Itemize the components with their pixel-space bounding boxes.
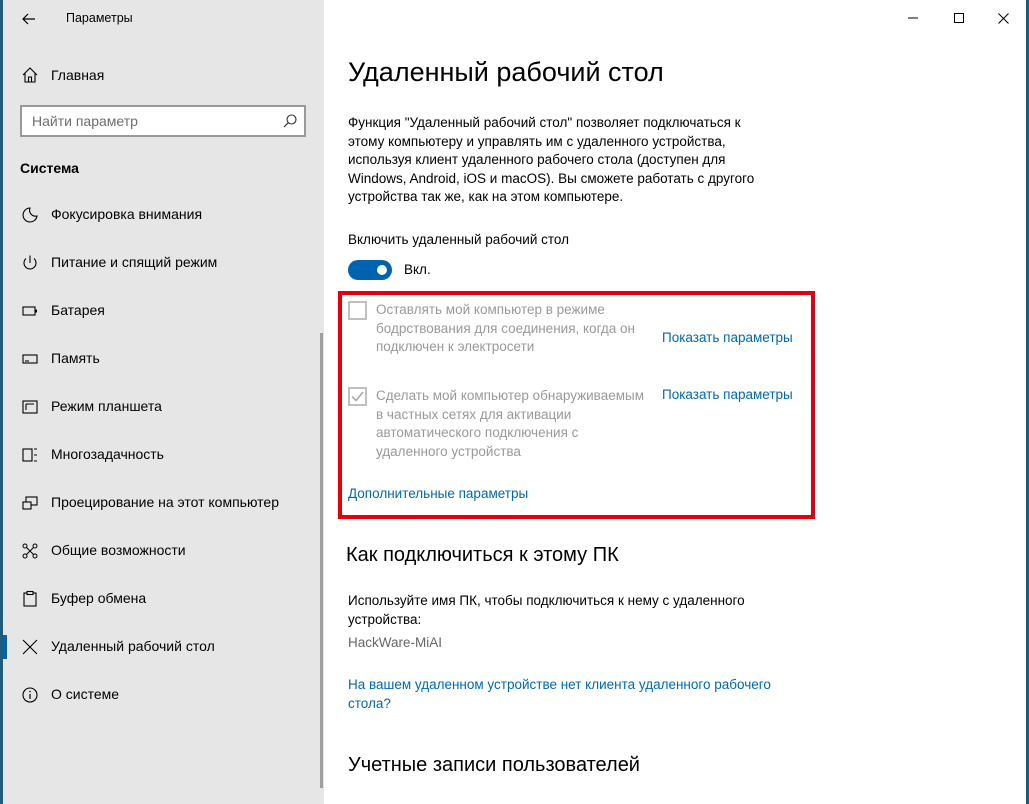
settings-window: Параметры Главная Найти параметр Система… <box>0 0 1029 804</box>
sidebar-item-label: Питание и спящий режим <box>51 254 218 270</box>
remote-desktop-toggle[interactable] <box>348 260 392 280</box>
clipboard-icon <box>21 590 39 608</box>
show-settings-link-1[interactable]: Показать параметры <box>662 330 793 345</box>
sidebar: Параметры Главная Найти параметр Система… <box>3 0 324 804</box>
show-settings-link-2[interactable]: Показать параметры <box>662 387 793 402</box>
power-icon <box>21 254 39 272</box>
keep-awake-checkbox[interactable] <box>348 301 367 320</box>
sidebar-item-label: Память <box>51 350 100 366</box>
sidebar-item-clipboard[interactable]: Буфер обмена <box>3 575 324 623</box>
sidebar-item-focus-assist[interactable]: Фокусировка внимания <box>3 191 324 239</box>
home-label: Главная <box>51 67 105 83</box>
sidebar-scrollbar[interactable] <box>320 333 323 788</box>
maximize-button[interactable] <box>936 0 982 36</box>
section-title-system: Система <box>20 160 79 176</box>
page-title: Удаленный рабочий стол <box>348 57 664 87</box>
remote-desktop-toggle-label: Включить удаленный рабочий стол <box>348 232 569 247</box>
sidebar-item-battery[interactable]: Батарея <box>3 287 324 335</box>
discoverable-checkbox[interactable] <box>348 387 367 406</box>
moon-icon <box>21 206 39 224</box>
back-button[interactable] <box>15 6 43 32</box>
no-client-link[interactable]: На вашем удаленном устройстве нет клиент… <box>348 676 808 713</box>
user-accounts-heading: Учетные записи пользователей <box>348 754 640 776</box>
toggle-state-text: Вкл. <box>404 262 431 277</box>
pc-name: HackWare-MiAI <box>348 635 443 650</box>
sidebar-item-label: Удаленный рабочий стол <box>51 638 215 654</box>
keep-awake-option-text: Оставлять мой компьютер в режиме бодрств… <box>376 302 635 355</box>
titlebar-left: Параметры <box>3 0 324 38</box>
minimize-button[interactable] <box>890 0 936 36</box>
close-button[interactable] <box>980 0 1026 36</box>
search-input[interactable]: Найти параметр <box>20 105 306 137</box>
selected-indicator <box>3 635 7 659</box>
sidebar-item-label: Батарея <box>51 302 105 318</box>
advanced-settings-link[interactable]: Дополнительные параметры <box>348 486 528 501</box>
tablet-icon <box>21 398 39 416</box>
multitask-icon <box>21 446 39 464</box>
connect-section-heading: Как подключиться к этому ПК <box>346 544 619 566</box>
project-icon <box>21 494 39 512</box>
sidebar-item-label: Общие возможности <box>51 542 186 558</box>
toggle-knob <box>377 265 387 275</box>
sidebar-item-label: Буфер обмена <box>51 590 147 606</box>
window-edge-left <box>0 0 3 804</box>
home-icon <box>21 66 39 84</box>
search-placeholder: Найти параметр <box>32 113 138 129</box>
sidebar-item-multitasking[interactable]: Многозадачность <box>3 431 324 479</box>
connect-section-text: Используйте имя ПК, чтобы подключиться к… <box>348 593 745 627</box>
close-icon <box>997 12 1009 24</box>
page-description: Функция "Удаленный рабочий стол" позволя… <box>348 115 755 205</box>
sidebar-item-tablet-mode[interactable]: Режим планшета <box>3 383 324 431</box>
shared-icon <box>21 542 39 560</box>
sidebar-item-about[interactable]: О системе <box>3 671 324 719</box>
window-title: Параметры <box>66 11 133 25</box>
sidebar-item-shared-experiences[interactable]: Общие возможности <box>3 527 324 575</box>
sidebar-item-storage[interactable]: Память <box>3 335 324 383</box>
sidebar-item-label: Режим планшета <box>51 398 162 414</box>
storage-icon <box>21 350 39 368</box>
sidebar-item-project[interactable]: Проецирование на этот компьютер <box>3 479 324 527</box>
info-icon <box>21 686 39 704</box>
sidebar-item-label: О системе <box>51 686 120 702</box>
main-content: Удаленный рабочий стол Функция "Удаленны… <box>324 0 1026 804</box>
sidebar-item-remote-desktop[interactable]: Удаленный рабочий стол <box>3 623 324 671</box>
sidebar-item-power-sleep[interactable]: Питание и спящий режим <box>3 239 324 287</box>
sidebar-item-label: Фокусировка внимания <box>51 206 203 222</box>
sidebar-item-label: Проецирование на этот компьютер <box>51 494 279 510</box>
sidebar-item-home[interactable]: Главная <box>3 58 324 92</box>
maximize-icon <box>954 13 964 23</box>
battery-icon <box>21 302 39 320</box>
discoverable-option-text: Сделать мой компьютер обнаруживаемым в ч… <box>376 388 644 459</box>
remote-desktop-icon <box>21 638 39 656</box>
sidebar-item-label: Многозадачность <box>51 446 164 462</box>
minimize-icon <box>908 17 918 19</box>
search-icon[interactable] <box>282 113 298 129</box>
checkmark-icon <box>351 391 364 402</box>
back-arrow-icon <box>22 13 35 25</box>
